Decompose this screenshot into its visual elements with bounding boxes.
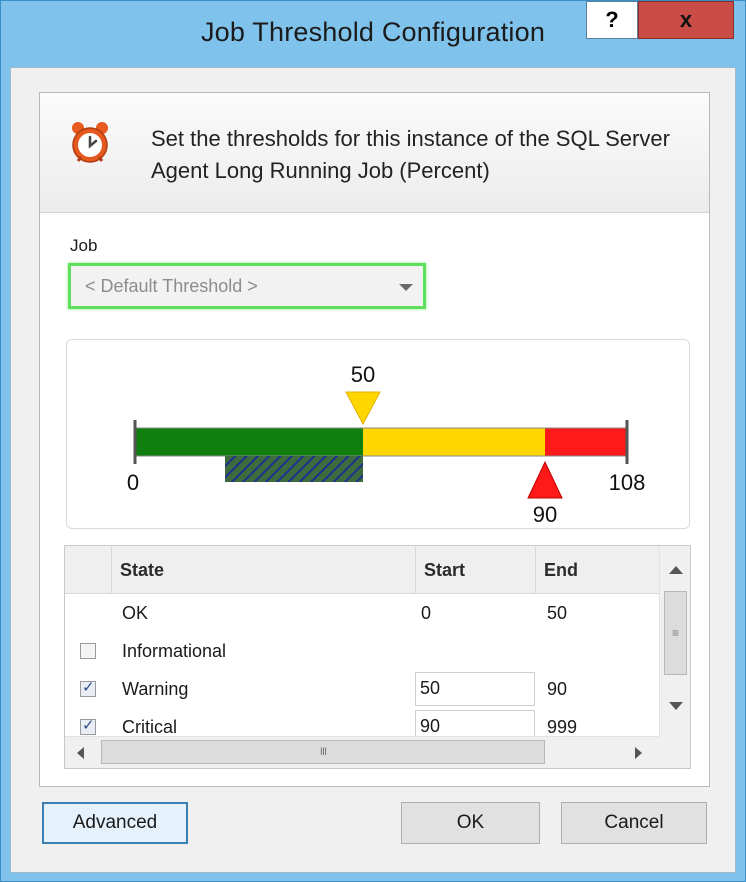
horizontal-scrollbar[interactable]: III: [65, 736, 690, 768]
warning-threshold-marker[interactable]: [345, 391, 381, 426]
baseline-range: [225, 456, 363, 482]
row-start: 0: [421, 603, 432, 623]
chevron-down-icon: [399, 284, 413, 291]
critical-marker-label: 90: [533, 502, 557, 527]
informational-checkbox[interactable]: [80, 643, 96, 659]
critical-range-bar: [545, 428, 627, 456]
scale-min-label: 0: [127, 470, 139, 495]
warning-range-bar: [363, 428, 545, 456]
warning-start-value: 50: [420, 678, 441, 698]
grid-header-checkbox-column: [65, 546, 112, 594]
scrollbar-corner: [659, 736, 690, 768]
row-state: Warning: [122, 679, 189, 699]
grid-header: State Start End: [65, 546, 660, 594]
dialog-window: Job Threshold Configuration ? x Set the …: [0, 0, 746, 882]
content-panel: Set the thresholds for this instance of …: [39, 92, 710, 787]
job-dropdown-value: < Default Threshold >: [85, 276, 258, 296]
scale-max-label: 108: [609, 470, 646, 495]
alarm-clock-icon: [72, 122, 108, 163]
title-bar: Job Threshold Configuration ? x: [1, 1, 745, 67]
job-dropdown[interactable]: < Default Threshold >: [68, 263, 426, 309]
critical-threshold-marker[interactable]: [527, 460, 563, 499]
threshold-grid: State Start End OK 0 50 Informational Wa…: [64, 545, 691, 769]
advanced-button[interactable]: Advanced: [42, 802, 188, 844]
panel-header: Set the thresholds for this instance of …: [40, 93, 709, 213]
close-button[interactable]: x: [638, 1, 734, 39]
help-button[interactable]: ?: [586, 1, 638, 39]
column-header-state[interactable]: State: [112, 546, 416, 594]
scroll-down-icon[interactable]: [669, 702, 683, 710]
row-state: Informational: [122, 641, 227, 661]
warning-start-input[interactable]: 50: [415, 672, 535, 706]
vertical-scroll-thumb[interactable]: ≡: [664, 591, 687, 675]
scroll-up-icon[interactable]: [669, 566, 683, 574]
grid-row-ok[interactable]: OK 0 50: [65, 594, 660, 632]
horizontal-scroll-thumb[interactable]: III: [101, 740, 545, 764]
threshold-scale: 50 90 0 108: [66, 339, 690, 529]
scroll-right-icon[interactable]: [635, 747, 642, 759]
dialog-client-area: Set the thresholds for this instance of …: [10, 67, 736, 873]
ok-range-bar: [135, 428, 363, 456]
row-state: OK: [122, 603, 149, 623]
scroll-left-icon[interactable]: [77, 747, 84, 759]
grid-row-warning[interactable]: Warning 50 90: [65, 670, 660, 708]
critical-checkbox[interactable]: [80, 716, 96, 736]
row-end: 50: [547, 603, 568, 623]
vertical-scrollbar[interactable]: ≡: [659, 546, 690, 738]
row-end: 90: [547, 679, 568, 699]
ok-button[interactable]: OK: [401, 802, 540, 844]
threshold-scale-graphic: 50 90 0 108: [127, 362, 646, 527]
cancel-button[interactable]: Cancel: [561, 802, 707, 844]
job-label: Job: [70, 236, 98, 255]
warning-checkbox[interactable]: [80, 678, 96, 698]
warning-marker-label: 50: [351, 362, 375, 387]
column-header-end[interactable]: End: [536, 546, 660, 594]
column-header-start[interactable]: Start: [416, 546, 536, 594]
header-description: Set the thresholds for this instance of …: [151, 126, 670, 183]
grid-row-informational[interactable]: Informational: [65, 632, 660, 670]
